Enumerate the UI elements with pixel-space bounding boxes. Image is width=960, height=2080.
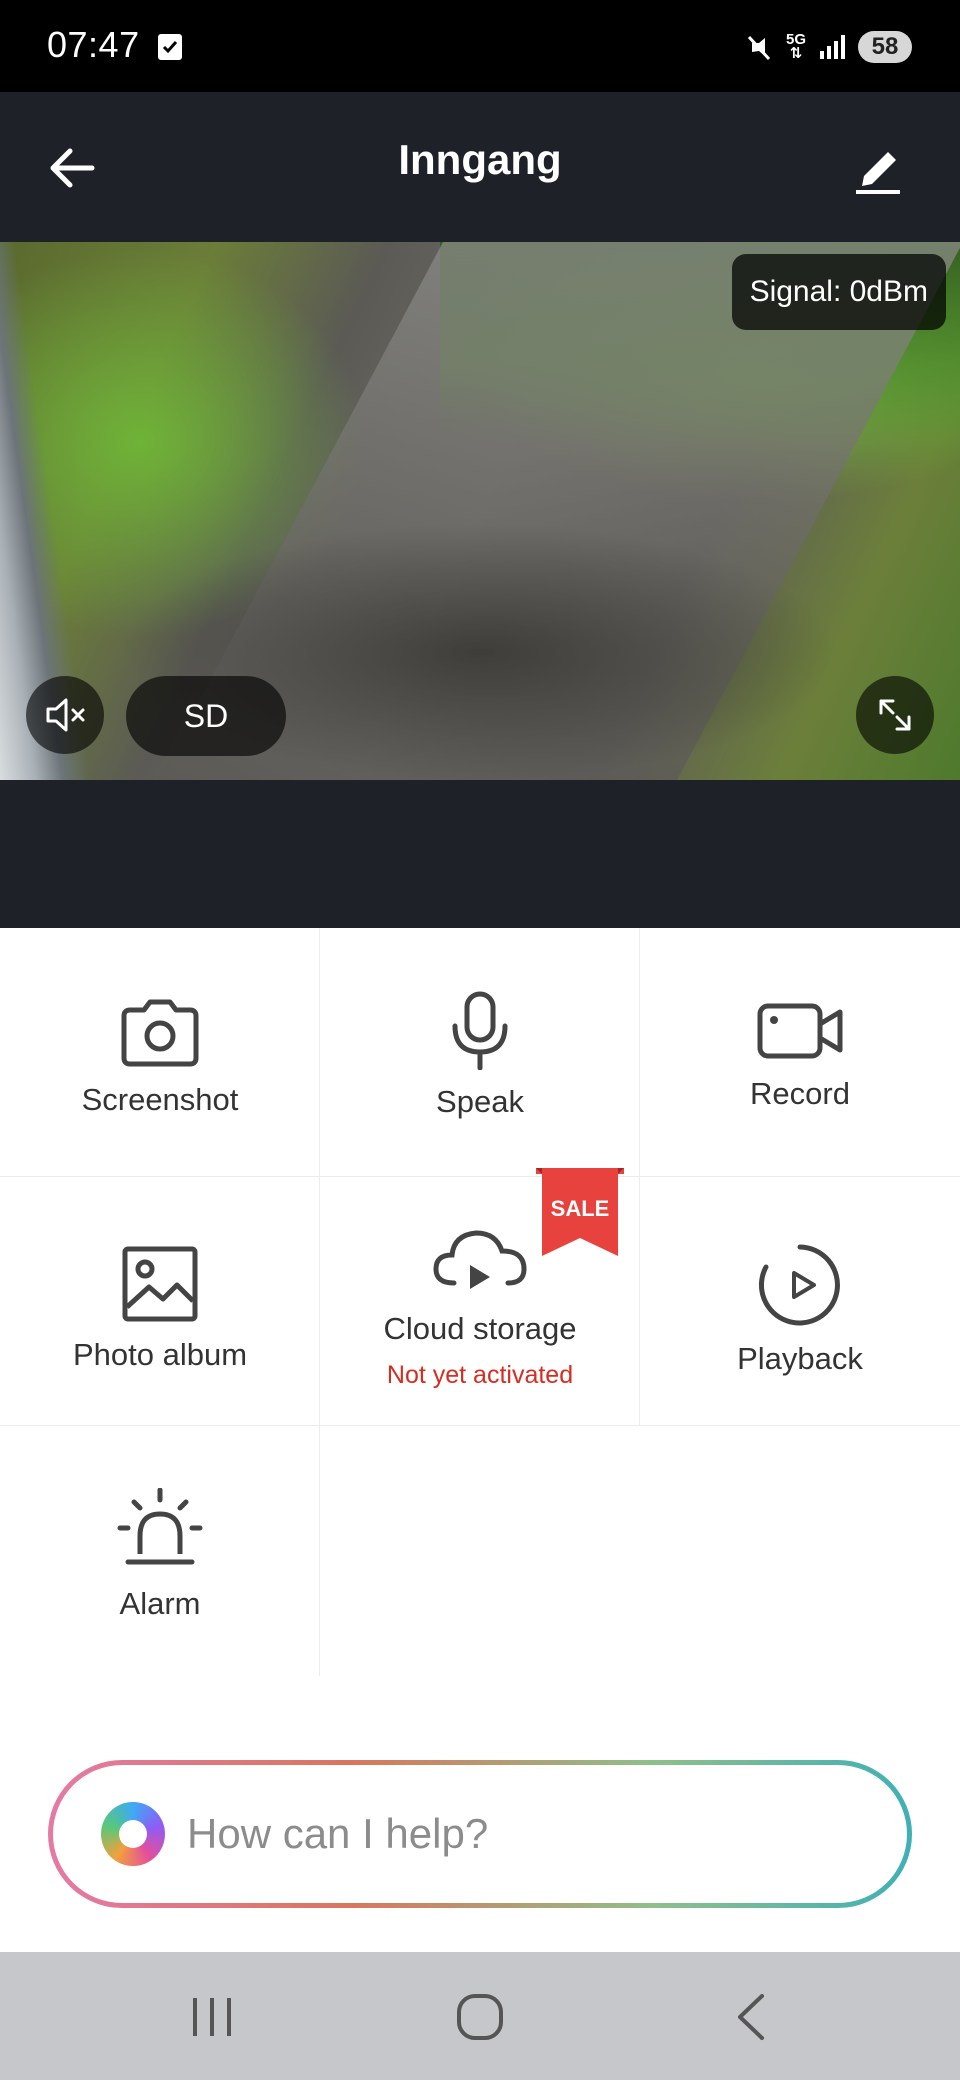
record-label: Record [750, 1076, 850, 1111]
playback-button[interactable]: Playback [640, 1177, 960, 1426]
recent-apps-button[interactable] [172, 1982, 252, 2052]
playback-icon [758, 1244, 840, 1326]
video-area-background [0, 780, 960, 928]
checkbox-notification-icon [158, 34, 182, 60]
recent-apps-icon [193, 1998, 231, 2036]
mute-status-icon [747, 35, 771, 61]
signal-badge: Signal: 0dBm [731, 254, 946, 330]
alarm-label: Alarm [119, 1586, 201, 1621]
assistant-logo-icon [101, 1802, 165, 1866]
sale-label: SALE [550, 1196, 610, 1221]
sale-badge: SALE [532, 1168, 628, 1260]
system-back-button[interactable] [712, 1982, 792, 2052]
mute-button[interactable] [26, 676, 104, 754]
expand-icon [879, 699, 911, 731]
edit-button[interactable] [850, 138, 910, 198]
network-type-label: 5G [785, 31, 806, 48]
screenshot-label: Screenshot [81, 1082, 239, 1117]
assistant-prompt-bar[interactable]: How can I help? [48, 1760, 912, 1908]
image-icon [122, 1246, 198, 1322]
siren-icon [117, 1488, 203, 1565]
speak-label: Speak [436, 1084, 524, 1119]
fullscreen-button[interactable] [856, 676, 934, 754]
network-type-icon: 5G ⇅ [785, 31, 806, 62]
cloud-storage-label: Cloud storage [383, 1311, 577, 1346]
cloud-storage-status: Not yet activated [386, 1361, 574, 1389]
video-quality-button[interactable]: SD [126, 676, 286, 756]
cloud-play-icon [433, 1230, 527, 1289]
record-button[interactable]: Record [640, 928, 960, 1177]
status-time: 07:47 [47, 24, 140, 65]
pencil-icon [856, 152, 900, 194]
screenshot-button[interactable]: Screenshot [0, 928, 320, 1177]
assistant-placeholder: How can I help? [187, 1810, 489, 1857]
chevron-left-icon [738, 1994, 764, 2040]
photo-album-label: Photo album [72, 1337, 248, 1372]
alarm-button[interactable]: Alarm [0, 1426, 320, 1675]
status-bar: 07:47 5G ⇅ 58 [0, 0, 960, 92]
speaker-muted-icon [46, 698, 85, 732]
action-grid: Screenshot Speak Record Photo album Clou… [0, 928, 960, 1676]
page-title: Inngang [398, 136, 562, 183]
playback-label: Playback [737, 1341, 863, 1376]
battery-indicator: 58 [858, 31, 912, 63]
home-button[interactable] [440, 1982, 520, 2052]
signal-strength-icon [820, 35, 845, 59]
speak-button[interactable]: Speak [320, 928, 640, 1177]
live-video-feed[interactable]: Signal: 0dBm SD [0, 242, 960, 780]
app-header: Inngang [0, 92, 960, 242]
photo-album-button[interactable]: Photo album [0, 1177, 320, 1426]
system-nav-bar [0, 1952, 960, 2080]
status-indicators: 5G ⇅ 58 [744, 30, 912, 64]
microphone-icon [452, 991, 508, 1070]
assistant-prompt-inner: How can I help? [53, 1765, 907, 1903]
camera-icon [121, 999, 199, 1067]
video-camera-icon [757, 1003, 843, 1059]
home-icon [457, 1994, 503, 2040]
